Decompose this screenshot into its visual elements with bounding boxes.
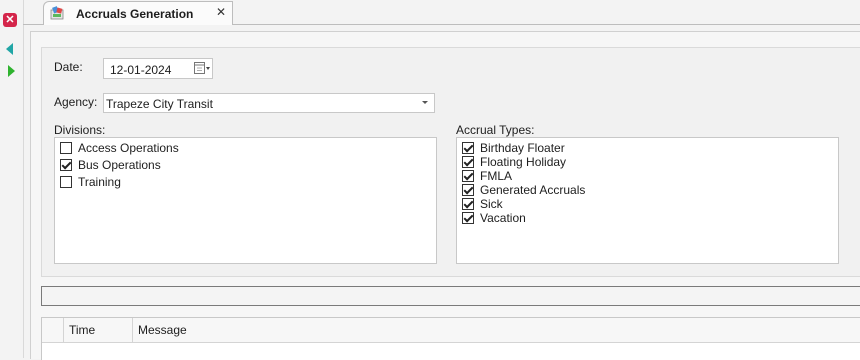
date-field[interactable]: 12-01-2024 bbox=[103, 58, 213, 79]
parameters-panel: Date: 12-01-2024 Agency: Trapeze City Tr… bbox=[41, 47, 860, 277]
division-checkbox[interactable] bbox=[60, 159, 72, 171]
accrual-checkbox[interactable] bbox=[462, 198, 474, 210]
accrual-label: Vacation bbox=[480, 211, 526, 225]
row-indicator-header bbox=[42, 318, 64, 342]
calendar-dropdown-icon[interactable] bbox=[193, 61, 211, 76]
accrual-checkbox[interactable] bbox=[462, 142, 474, 154]
left-toolbar: ✕ bbox=[0, 0, 24, 358]
accrual-checkbox[interactable] bbox=[462, 212, 474, 224]
accrual-types-list[interactable]: Birthday Floater Floating Holiday FMLA G… bbox=[456, 137, 839, 264]
accrual-checkbox[interactable] bbox=[462, 184, 474, 196]
division-label: Access Operations bbox=[78, 141, 179, 155]
date-label: Date: bbox=[54, 60, 83, 74]
tab-strip: Accruals Generation ✕ bbox=[23, 0, 860, 25]
agency-select[interactable]: Trapeze City Transit bbox=[103, 93, 435, 113]
division-checkbox[interactable] bbox=[60, 142, 72, 154]
log-grid[interactable]: Time Message bbox=[41, 317, 860, 360]
divisions-label: Divisions: bbox=[54, 123, 106, 137]
accrual-label: Generated Accruals bbox=[480, 183, 586, 197]
agency-value: Trapeze City Transit bbox=[106, 97, 213, 111]
main-content: Date: 12-01-2024 Agency: Trapeze City Tr… bbox=[30, 31, 860, 360]
division-label: Training bbox=[78, 175, 121, 189]
accrual-label: Floating Holiday bbox=[480, 155, 567, 169]
accrual-checkbox[interactable] bbox=[462, 170, 474, 182]
tab-title: Accruals Generation bbox=[76, 7, 194, 21]
column-header-time[interactable]: Time bbox=[64, 318, 133, 342]
accrual-types-label: Accrual Types: bbox=[456, 123, 535, 137]
accrual-checkbox[interactable] bbox=[462, 156, 474, 168]
division-label: Bus Operations bbox=[78, 158, 161, 172]
chevron-down-icon[interactable] bbox=[422, 101, 428, 104]
agency-label: Agency: bbox=[54, 95, 98, 109]
divisions-list[interactable]: Access Operations Bus Operations Trainin… bbox=[54, 137, 437, 264]
column-header-message[interactable]: Message bbox=[133, 318, 860, 342]
accrual-label: FMLA bbox=[480, 169, 513, 183]
progress-bar bbox=[41, 286, 860, 306]
date-value: 12-01-2024 bbox=[110, 63, 172, 77]
accrual-label: Sick bbox=[480, 197, 503, 211]
close-icon[interactable]: ✕ bbox=[3, 13, 17, 27]
tab-accruals-generation[interactable]: Accruals Generation ✕ bbox=[43, 1, 233, 25]
tab-close-icon[interactable]: ✕ bbox=[216, 5, 226, 19]
log-grid-header: Time Message bbox=[42, 318, 860, 343]
arrow-left-icon[interactable] bbox=[6, 43, 13, 55]
arrow-right-icon[interactable] bbox=[8, 65, 15, 77]
accrual-label: Birthday Floater bbox=[480, 141, 565, 155]
division-checkbox[interactable] bbox=[60, 176, 72, 188]
accruals-app-icon bbox=[50, 6, 64, 20]
